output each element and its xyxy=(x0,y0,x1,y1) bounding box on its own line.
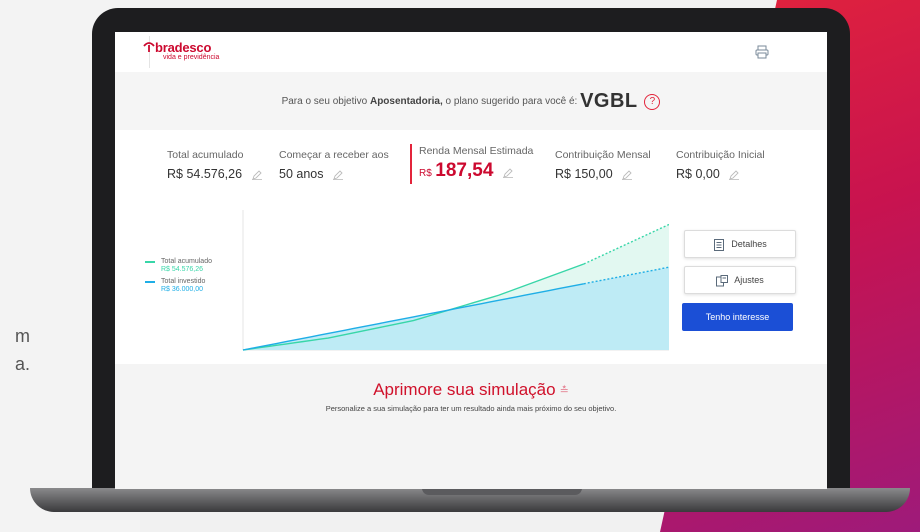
legend-item-invested: Total investido R$ 36.000,00 xyxy=(145,278,212,294)
objective-middle: o plano sugerido para você é: xyxy=(445,96,578,108)
metric-start-age: Começar a receber aos 50 anos xyxy=(279,149,389,181)
logo-subtitle: vida e previdência xyxy=(163,54,220,61)
side-text-line: a. xyxy=(14,354,30,374)
objective-goal: Aposentadoria, xyxy=(369,96,443,108)
cropped-side-text: m a. xyxy=(0,322,30,378)
metric-value-text: R$ 150,00 xyxy=(555,167,613,181)
edit-pencil-icon[interactable] xyxy=(332,170,343,180)
help-icon[interactable]: ? xyxy=(644,93,661,110)
improve-section: Aprimore sua simulação ≛ Personalize a su… xyxy=(115,364,827,489)
edit-pencil-icon[interactable] xyxy=(502,168,513,178)
laptop-notch xyxy=(422,488,582,495)
details-button[interactable]: Detalhes xyxy=(684,230,796,258)
edit-pencil-icon[interactable] xyxy=(622,170,633,180)
legend-value: R$ 54.576,26 xyxy=(161,266,204,273)
metric-value[interactable]: 50 anos xyxy=(279,167,389,181)
improve-title[interactable]: Aprimore sua simulação ≛ xyxy=(115,380,827,400)
printer-icon[interactable] xyxy=(755,45,769,59)
adjustments-icon xyxy=(716,274,729,287)
metric-initial-contribution: Contribuição Inicial R$ 0,00 xyxy=(676,149,765,181)
suggested-plan: VGBL xyxy=(580,90,638,112)
logo-name: bradesco xyxy=(155,40,212,55)
highlight-divider xyxy=(410,144,412,184)
objective-prefix: Para o seu objetivo xyxy=(281,96,368,108)
metric-label: Contribuição Inicial xyxy=(676,149,765,161)
laptop-screen: bradesco vida e previdência Para o seu o… xyxy=(115,32,827,489)
legend-value: R$ 36.000,00 xyxy=(161,286,204,293)
bradesco-tree-icon xyxy=(143,42,155,52)
currency-symbol: R$ xyxy=(419,168,432,179)
improve-subtitle: Personalize a sua simulação para ter um … xyxy=(325,404,617,413)
metric-value-text: 187,54 xyxy=(435,160,494,181)
edit-pencil-icon[interactable] xyxy=(251,170,262,180)
details-icon xyxy=(714,238,725,251)
metric-value[interactable]: R$ 54.576,26 xyxy=(167,167,262,181)
metric-value[interactable]: R$ 0,00 xyxy=(676,167,765,181)
improve-title-text: Aprimore sua simulação xyxy=(373,380,556,399)
legend-item-accumulated: Total acumulado R$ 54.576,26 xyxy=(145,258,212,274)
metric-value-text: R$ 54.576,26 xyxy=(167,167,243,181)
metric-label: Total acumulado xyxy=(167,149,244,161)
metric-label: Renda Mensal Estimada xyxy=(419,145,534,157)
metric-value[interactable]: R$ 150,00 xyxy=(555,167,651,181)
app-header: bradesco vida e previdência xyxy=(115,32,827,73)
metric-monthly-contribution: Contribuição Mensal R$ 150,00 xyxy=(555,149,651,181)
legend-name: Total investido xyxy=(161,278,206,285)
edit-pencil-icon[interactable] xyxy=(729,170,740,180)
legend-swatch xyxy=(145,261,155,263)
bradesco-logo[interactable]: bradesco vida e previdência xyxy=(135,36,219,68)
metric-label: Começar a receber aos xyxy=(279,149,389,161)
objective-banner: Para o seu objetivo Aposentadoria, o pla… xyxy=(115,72,827,130)
metric-monthly-income: Renda Mensal Estimada R$ 187,54 xyxy=(419,145,533,182)
objective-sentence: Para o seu objetivo Aposentadoria, o pla… xyxy=(115,90,827,113)
metric-total-accumulated: Total acumulado R$ 54.576,26 xyxy=(167,149,262,181)
legend-name: Total acumulado xyxy=(161,258,212,265)
projection-chart xyxy=(242,210,669,351)
metric-label: Contribuição Mensal xyxy=(555,149,651,161)
legend-swatch xyxy=(145,281,155,283)
tenho-interesse-button[interactable]: Tenho interesse xyxy=(682,303,793,331)
chevron-down-icon[interactable]: ≛ xyxy=(560,385,569,397)
adjustments-label: Ajustes xyxy=(734,275,764,285)
metric-value-text: 50 anos xyxy=(279,167,324,181)
metric-value[interactable]: R$ 187,54 xyxy=(419,160,533,182)
laptop-base xyxy=(30,488,910,512)
chart-legend: Total acumulado R$ 54.576,26 Total inves… xyxy=(145,258,212,298)
metric-value-text: R$ 0,00 xyxy=(676,167,720,181)
side-text-line: m xyxy=(15,326,30,346)
details-label: Detalhes xyxy=(731,239,767,249)
adjustments-button[interactable]: Ajustes xyxy=(684,266,796,294)
